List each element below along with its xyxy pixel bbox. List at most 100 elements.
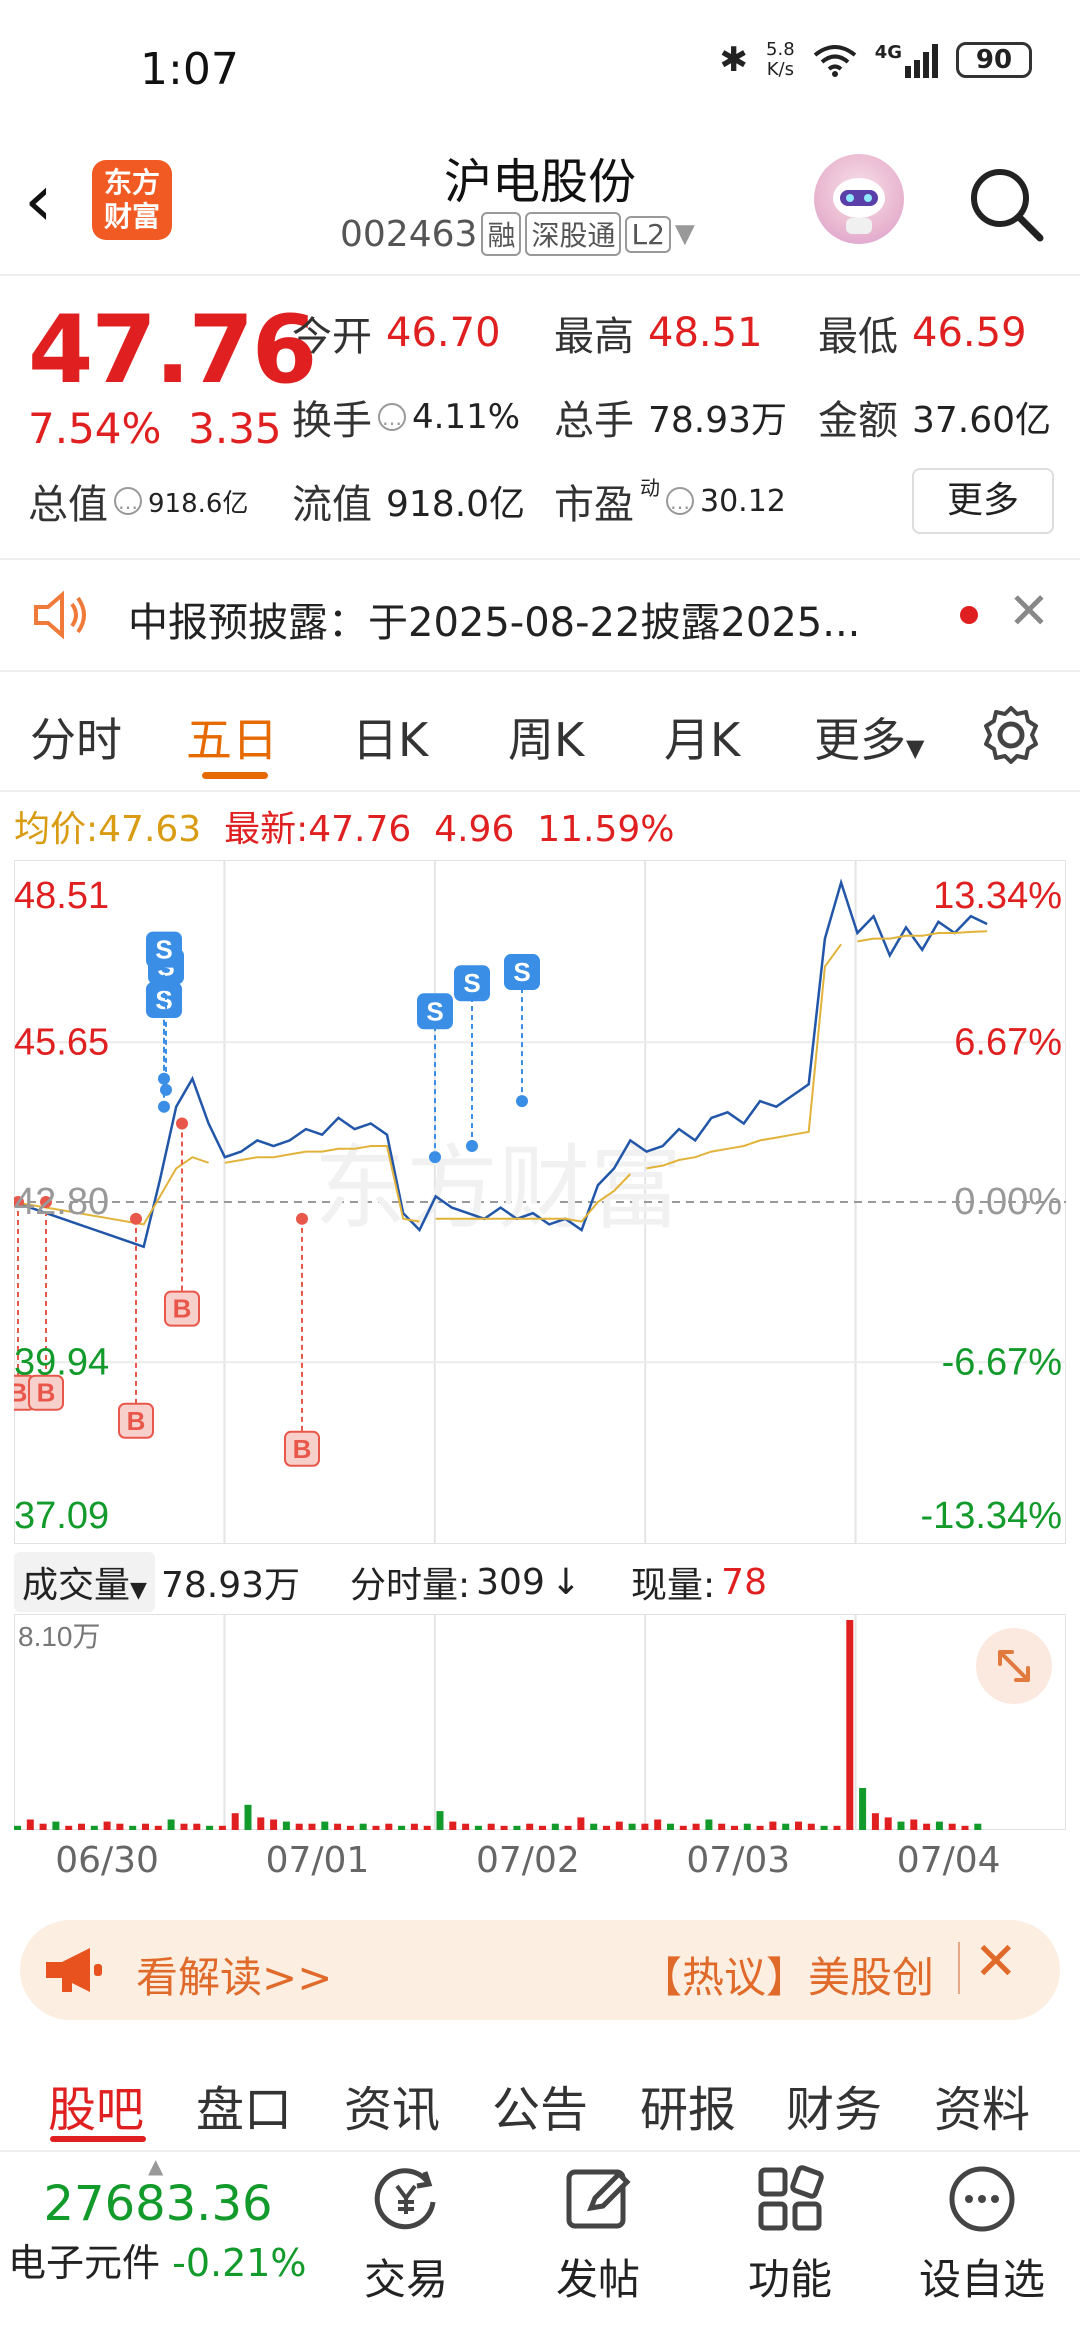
volume-max-label: 8.10万: [18, 1621, 101, 1652]
volume-bar: [910, 1819, 918, 1830]
volume-field: 总手 78.93万: [554, 398, 788, 444]
tab-more[interactable]: 更多▼: [814, 704, 924, 770]
status-icons: ✱ 5.8 K/s 4G 90: [720, 40, 1032, 80]
volume-bar: [282, 1821, 290, 1830]
tab-profile[interactable]: 资料: [934, 2070, 1030, 2140]
signal-label: S: [513, 957, 530, 987]
volume-bar: [193, 1823, 201, 1830]
volume-bar: [14, 1825, 21, 1830]
volume-bar: [526, 1823, 534, 1830]
tab-research[interactable]: 研报: [640, 2070, 736, 2140]
tab-forum[interactable]: 股吧: [48, 2070, 144, 2140]
tab-monthly-k[interactable]: 月K: [664, 704, 740, 770]
float-field: 流值 918.0亿: [292, 482, 526, 528]
y-axis-left-tick: 48.51: [14, 875, 109, 917]
connect-tag: 深股通: [525, 212, 622, 256]
tab-weekly-k[interactable]: 周K: [508, 704, 584, 770]
tab-five-day[interactable]: 五日: [186, 704, 278, 770]
bluetooth-icon: ✱: [719, 40, 749, 80]
search-icon[interactable]: [964, 162, 1046, 244]
volume-bar: [270, 1819, 278, 1830]
signal-label: S: [155, 985, 172, 1015]
signal-dot: [466, 1139, 478, 1152]
volume-bar: [846, 1620, 854, 1830]
volume-bar: [474, 1825, 482, 1830]
last-price: 47.76: [28, 296, 317, 405]
close-icon[interactable]: ✕: [1008, 582, 1050, 640]
high-field: 最高 48.51: [554, 310, 763, 360]
y-axis-left-tick: 42.80: [14, 1181, 109, 1223]
y-axis-right-tick: 13.34%: [933, 875, 1062, 917]
tab-finance[interactable]: 财务: [786, 2070, 882, 2140]
volume-bar: [539, 1825, 546, 1830]
signal-dot: [158, 1100, 170, 1113]
turnover-field: 换手… 4.11%: [292, 397, 521, 444]
nav-features[interactable]: 功能: [710, 2162, 870, 2307]
yen-cycle-icon: [374, 2168, 436, 2230]
signal-icon: 4G: [875, 42, 938, 78]
signal-label: S: [426, 996, 443, 1026]
minute-volume: 309: [476, 1561, 545, 1603]
tab-orderbook[interactable]: 盘口: [196, 2070, 292, 2140]
banner-link[interactable]: 看解读>>: [136, 1944, 332, 2005]
megaphone-icon: [46, 1948, 102, 1992]
volume-bar: [743, 1823, 751, 1830]
volume-bar: [705, 1819, 713, 1830]
interpretation-banner[interactable]: 看解读>> 【热议】美股创 ✕: [20, 1920, 1060, 2020]
volume-indicator-select[interactable]: 成交量▼: [14, 1552, 155, 1612]
assistant-avatar[interactable]: [814, 154, 904, 244]
volume-total: 78.93万: [160, 1565, 300, 1606]
volume-bar: [398, 1825, 406, 1830]
volume-bar: [78, 1823, 85, 1830]
signal-dot: [176, 1117, 188, 1130]
edit-icon: [566, 2169, 631, 2229]
volume-bar: [487, 1823, 495, 1830]
volume-bar: [654, 1819, 662, 1830]
nav-trade[interactable]: 交易: [326, 2162, 486, 2307]
volume-bar: [628, 1823, 636, 1830]
expand-icon[interactable]: [976, 1628, 1052, 1704]
y-axis-right-tick: 6.67%: [954, 1021, 1062, 1063]
current-volume: 78: [721, 1561, 767, 1603]
signal-label: S: [155, 935, 172, 965]
signal-dot: [158, 1072, 170, 1085]
y-axis-right-tick: -13.34%: [920, 1495, 1062, 1537]
x-axis-date-tick: 07/03: [686, 1840, 791, 1881]
hot-topic[interactable]: 【热议】美股创: [640, 1944, 934, 2005]
volume-chart[interactable]: 8.10万: [14, 1614, 1066, 1830]
close-icon[interactable]: ✕: [974, 1932, 1018, 1992]
tab-daily-k[interactable]: 日K: [352, 704, 428, 770]
gear-icon[interactable]: [980, 704, 1042, 766]
volume-bar: [948, 1823, 956, 1830]
mktcap-field: 总值… 918.6亿: [28, 482, 249, 528]
signal-dot: [429, 1151, 441, 1164]
index-name-change: 电子元件 -0.21%: [8, 2241, 307, 2285]
tab-intraday[interactable]: 分时: [30, 704, 122, 770]
status-bar: 1:07 ✱ 5.8 K/s 4G 90: [0, 0, 1080, 140]
x-axis-date-tick: 07/01: [265, 1840, 370, 1881]
quote-more-button[interactable]: 更多: [912, 468, 1054, 534]
signal-label: B: [293, 1434, 312, 1464]
volume-bar: [615, 1821, 623, 1830]
info-icon: …: [378, 403, 406, 431]
volume-bar: [513, 1825, 521, 1830]
watermark: 东方财富: [314, 1138, 682, 1240]
nav-post[interactable]: 发帖: [518, 2162, 678, 2307]
info-icon: …: [114, 487, 142, 515]
volume-bar: [807, 1823, 815, 1830]
clock: 1:07: [140, 44, 239, 95]
notice-bar[interactable]: 中报预披露：于2025-08-22披露2025... ✕: [0, 558, 1080, 672]
stock-code-row[interactable]: 002463 融 深股通 L2 ▼: [340, 212, 695, 256]
volume-bar: [65, 1825, 73, 1830]
active-tab-indicator: [50, 2136, 146, 2142]
nav-add-watchlist[interactable]: 设自选: [902, 2162, 1062, 2307]
speaker-icon: [34, 590, 86, 640]
tab-news[interactable]: 资讯: [344, 2070, 440, 2140]
volume-bar: [679, 1825, 687, 1830]
volume-bar: [26, 1819, 34, 1830]
volume-bar: [462, 1823, 470, 1830]
tab-announcements[interactable]: 公告: [492, 2070, 588, 2140]
sector-index[interactable]: ▲ 27683.36 电子元件 -0.21%: [8, 2154, 328, 2287]
info-tabs: 股吧 盘口 资讯 公告 研报 财务 资料: [0, 2048, 1080, 2148]
price-chart[interactable]: 东方财富 BBBSSSBBSSS 48.5145.6542.8039.9437.…: [14, 860, 1066, 1544]
